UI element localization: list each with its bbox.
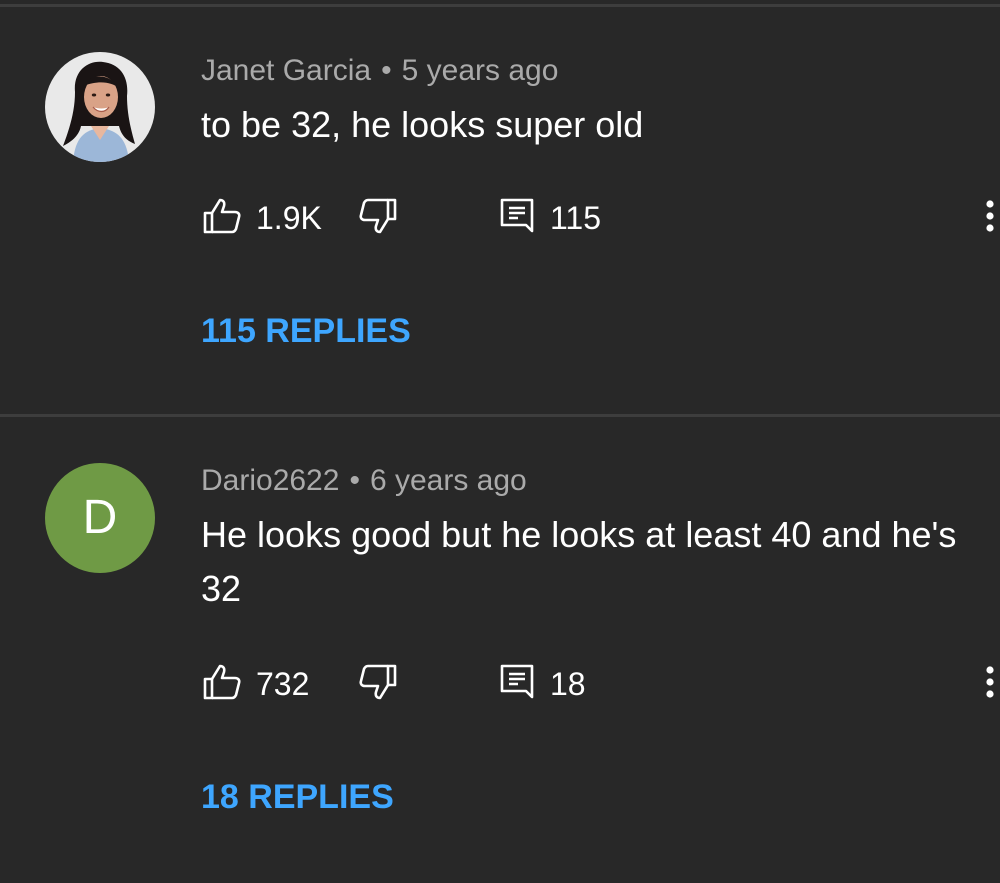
meta-separator: • — [381, 54, 392, 87]
view-replies-button[interactable]: 115 REPLIES — [201, 312, 411, 351]
thumbs-down-icon[interactable] — [358, 196, 398, 236]
reply-count: 18 — [550, 666, 586, 702]
comment-divider — [0, 414, 1000, 417]
thumbs-up-icon[interactable] — [202, 196, 242, 236]
comment-icon[interactable] — [498, 196, 538, 236]
like-count: 732 — [256, 666, 310, 702]
more-vertical-icon[interactable] — [983, 662, 997, 702]
comment-text: He looks good but he looks at least 40 a… — [201, 514, 957, 609]
meta-separator: • — [349, 464, 360, 497]
comment-timestamp[interactable]: 5 years ago — [402, 54, 559, 87]
comments-page: Janet Garcia • 5 years ago to be 32, he lo… — [0, 0, 1000, 883]
like-count: 1.9K — [256, 200, 322, 236]
thumbs-up-icon[interactable] — [202, 662, 242, 702]
comment-actions: 1.9K 115 — [0, 196, 1000, 240]
author-name[interactable]: Dario2622 — [201, 464, 339, 497]
author-name[interactable]: Janet Garcia — [201, 54, 371, 87]
avatar[interactable] — [45, 52, 155, 162]
avatar[interactable]: D — [45, 463, 155, 573]
avatar-photo — [45, 52, 155, 162]
more-vertical-icon[interactable] — [983, 196, 997, 236]
reply-count: 115 — [550, 200, 602, 236]
view-replies-button[interactable]: 18 REPLIES — [201, 778, 394, 817]
comment-actions: 732 18 — [0, 662, 1000, 706]
comment-icon[interactable] — [498, 662, 538, 702]
thumbs-down-icon[interactable] — [358, 662, 398, 702]
comment-meta: Janet Garcia • 5 years ago — [201, 54, 558, 88]
comment-text: to be 32, he looks super old — [201, 104, 644, 145]
top-divider — [0, 4, 1000, 7]
comment-timestamp[interactable]: 6 years ago — [370, 464, 527, 497]
comment-meta: Dario2622 • 6 years ago — [201, 464, 527, 498]
